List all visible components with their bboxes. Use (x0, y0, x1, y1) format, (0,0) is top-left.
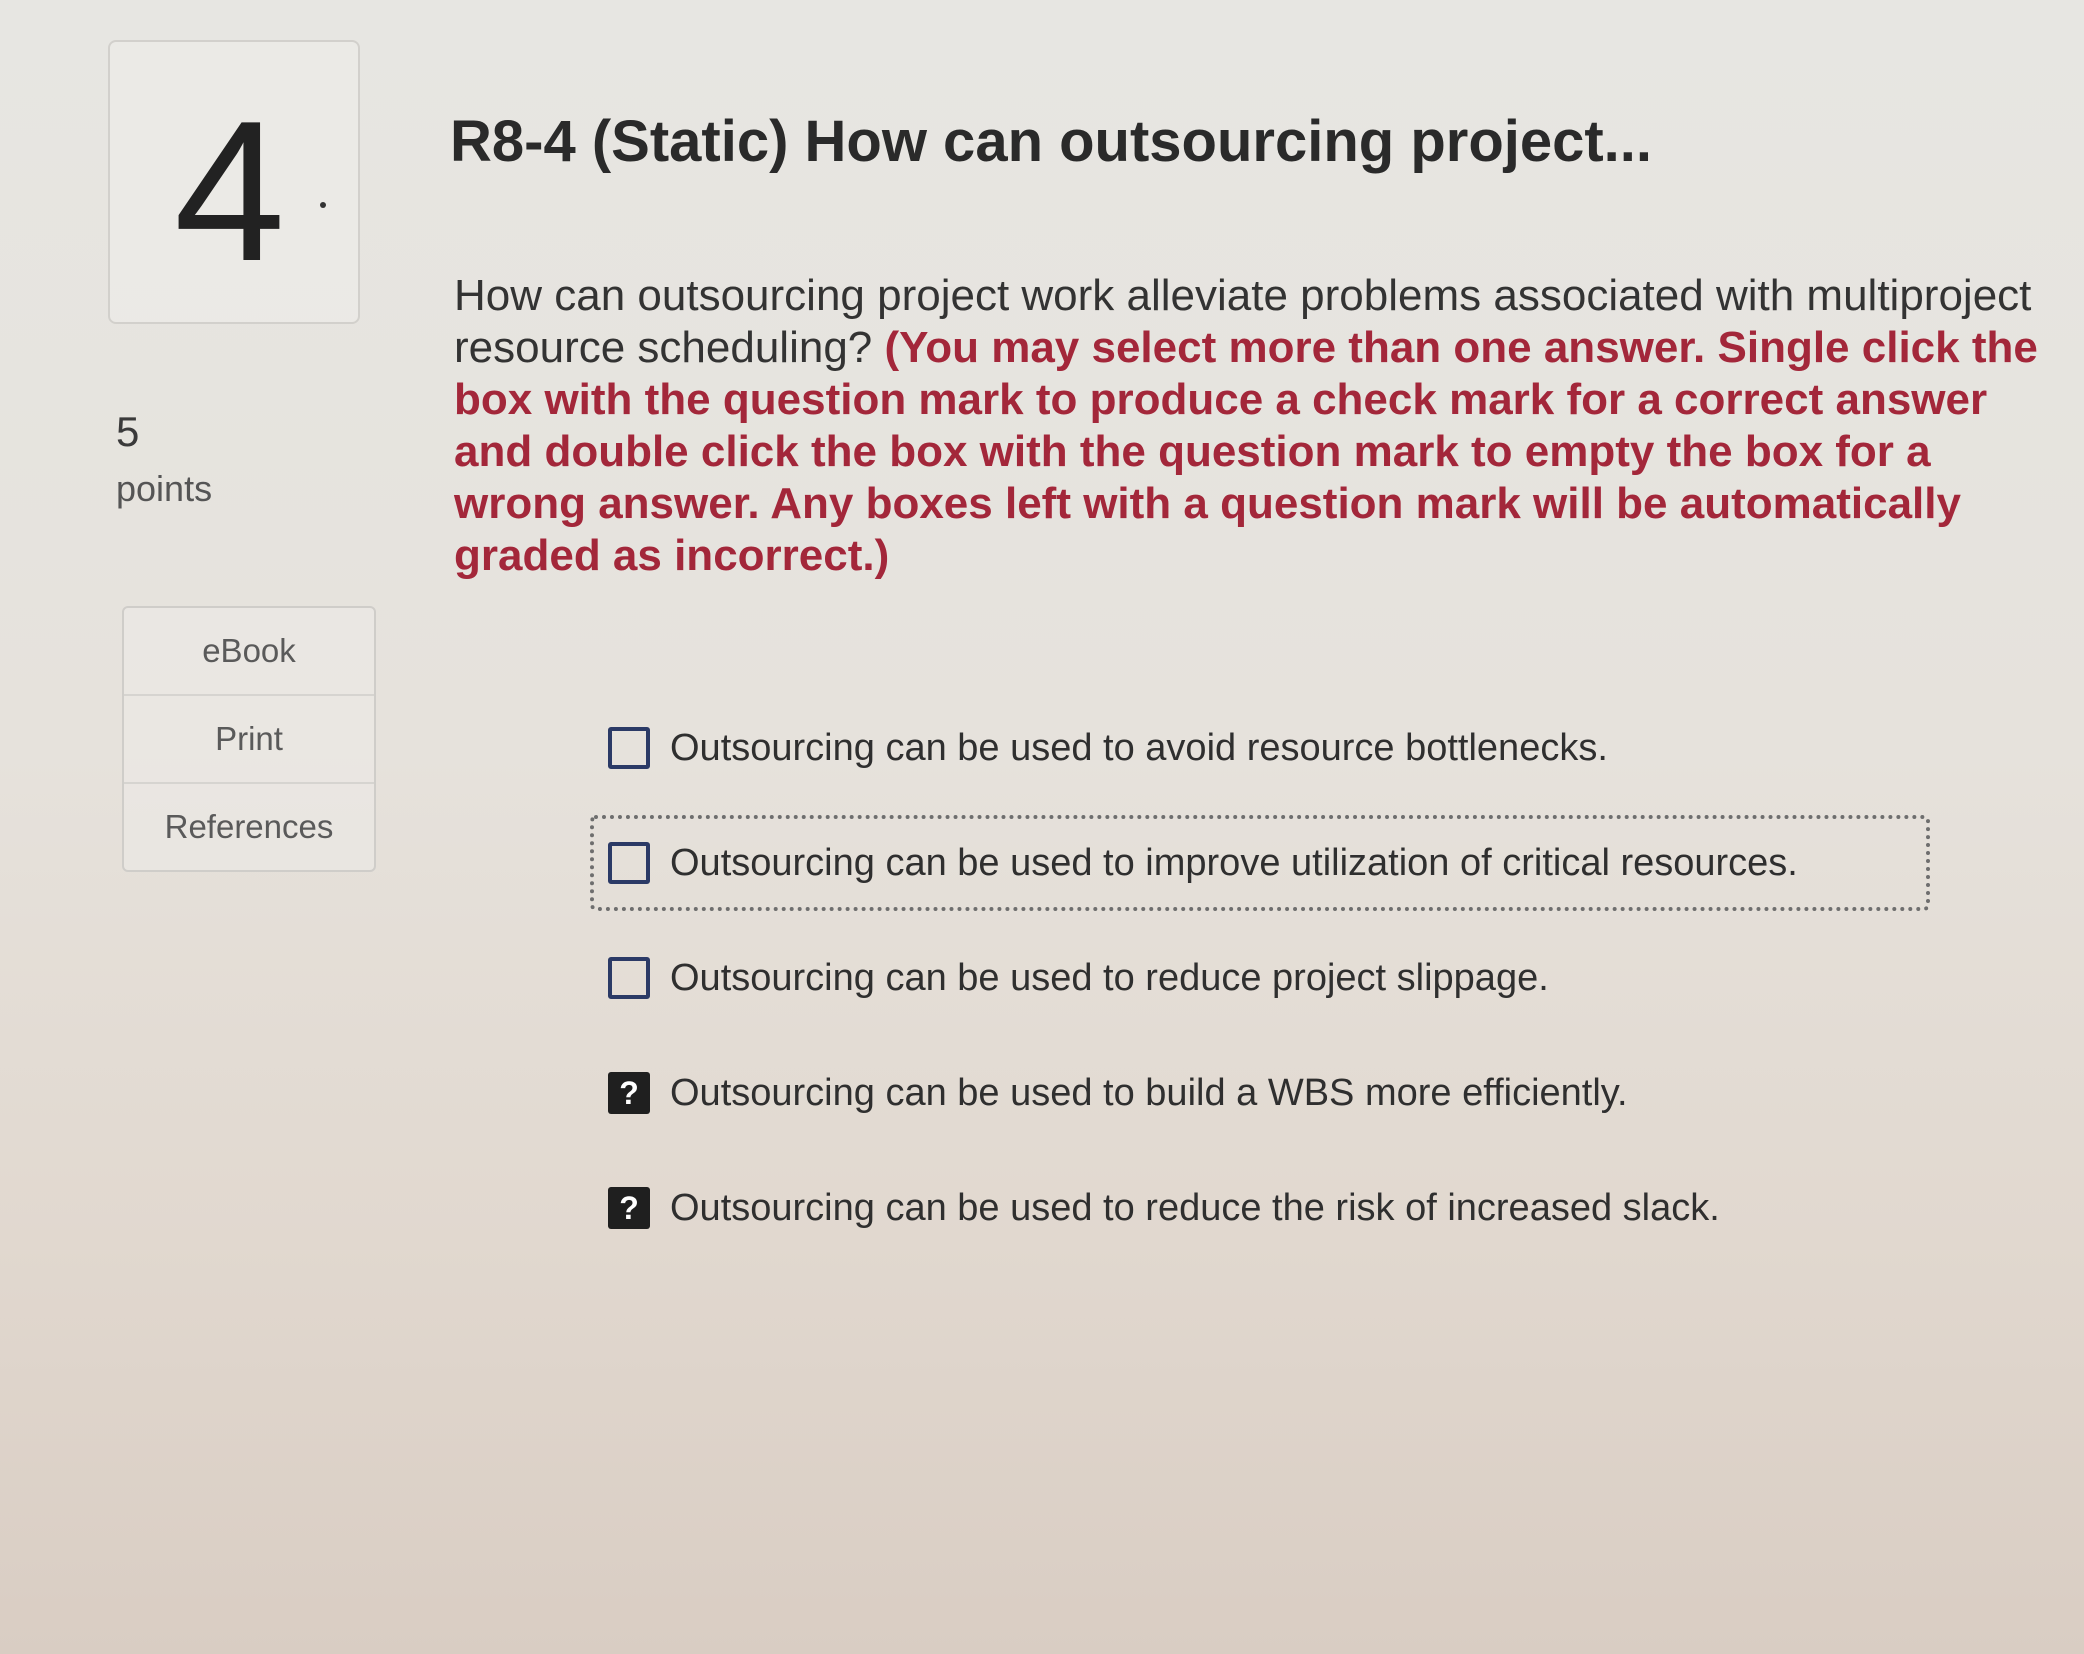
points-label: points (116, 468, 213, 509)
answer-option-label: Outsourcing can be used to avoid resourc… (670, 726, 1608, 769)
empty-checkbox-icon[interactable] (608, 957, 650, 999)
answer-option-3[interactable]: Outsourcing can be used to reduce projec… (590, 930, 1930, 1026)
ebook-button-label: eBook (202, 632, 296, 669)
question-mark-icon[interactable]: ? (608, 1187, 650, 1229)
question-number-card: 4 (108, 40, 360, 324)
answer-option-label: Outsourcing can be used to build a WBS m… (670, 1071, 1628, 1114)
question-number-dot (320, 202, 326, 208)
answer-option-label: Outsourcing can be used to reduce projec… (670, 956, 1549, 999)
print-button[interactable]: Print (124, 696, 374, 784)
answer-option-5[interactable]: ? Outsourcing can be used to reduce the … (590, 1160, 1930, 1256)
question-number: 4 (174, 80, 286, 303)
print-button-label: Print (215, 720, 283, 757)
question-title: R8-4 (Static) How can outsourcing projec… (450, 109, 1653, 174)
answer-list: Outsourcing can be used to avoid resourc… (590, 700, 1930, 1275)
answer-option-1[interactable]: Outsourcing can be used to avoid resourc… (590, 700, 1930, 796)
empty-checkbox-icon[interactable] (608, 727, 650, 769)
references-button[interactable]: References (124, 784, 374, 870)
ebook-button[interactable]: eBook (124, 608, 374, 696)
answer-option-2[interactable]: Outsourcing can be used to improve utili… (590, 815, 1930, 911)
points-value: 5 (116, 408, 140, 455)
references-button-label: References (164, 808, 334, 845)
resource-menu: eBook Print References (122, 606, 376, 872)
question-mark-icon[interactable]: ? (608, 1072, 650, 1114)
answer-option-label: Outsourcing can be used to improve utili… (670, 841, 1798, 884)
answer-option-4[interactable]: ? Outsourcing can be used to build a WBS… (590, 1045, 1930, 1141)
empty-checkbox-icon[interactable] (608, 842, 650, 884)
question-prompt-block: How can outsourcing project work allevia… (454, 270, 2044, 582)
answer-option-label: Outsourcing can be used to reduce the ri… (670, 1186, 1720, 1229)
